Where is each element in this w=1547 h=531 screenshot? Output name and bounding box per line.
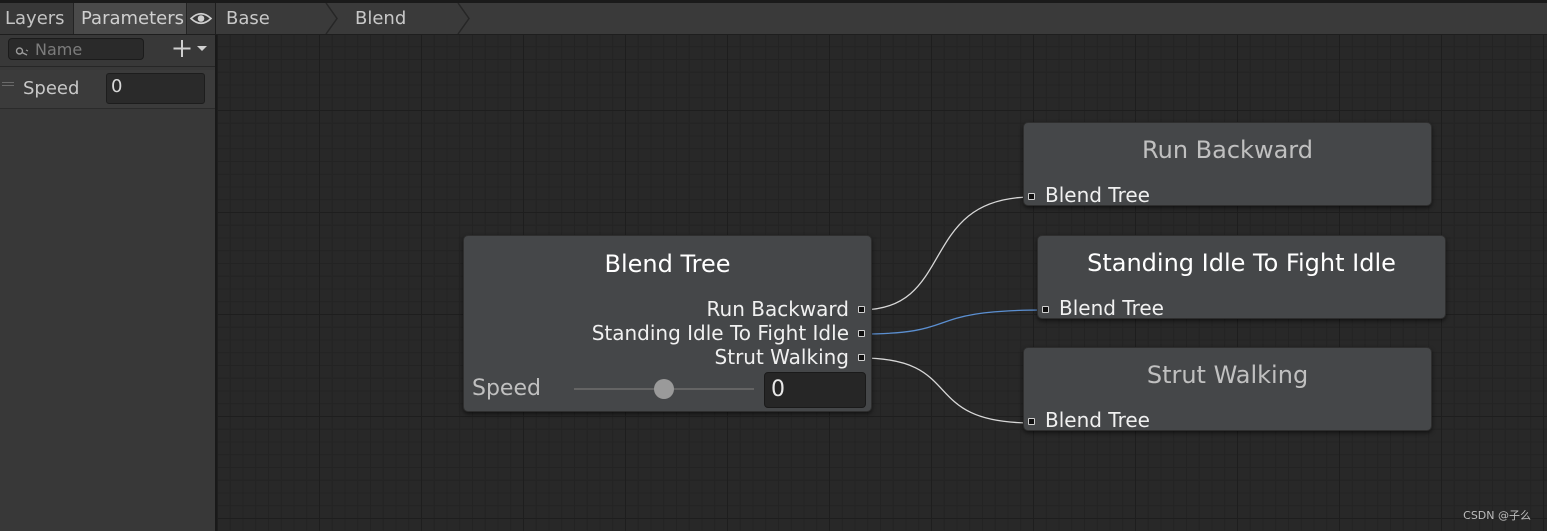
wire-standing-idle: [860, 309, 1047, 335]
node-title: Blend Tree: [604, 250, 731, 278]
breadcrumb-blend-tree[interactable]: Blend Tree: [355, 3, 406, 60]
input-port[interactable]: [1028, 418, 1035, 425]
add-parameter-button[interactable]: [171, 37, 211, 61]
eye-icon[interactable]: [188, 3, 216, 34]
node-title: Strut Walking: [1146, 361, 1309, 389]
child-node-strut-walking[interactable]: Strut Walking Blend Tree: [1023, 347, 1432, 432]
speed-label: Speed: [472, 376, 541, 401]
graph-canvas[interactable]: Blend Tree Run Backward Standing Idle To…: [217, 35, 1547, 531]
node-title: Standing Idle To Fight Idle: [1087, 249, 1396, 277]
search-placeholder: Name: [35, 40, 83, 59]
node-title: Run Backward: [1142, 136, 1313, 164]
output-label-strut-walking: Strut Walking: [714, 345, 849, 369]
child-node-standing-idle[interactable]: Standing Idle To Fight Idle Blend Tree: [1037, 235, 1446, 320]
plus-icon: [173, 40, 191, 57]
panel-divider: [0, 66, 215, 67]
dropdown-arrow-icon: [197, 46, 207, 51]
input-label: Blend Tree: [1045, 408, 1150, 432]
speed-value-field[interactable]: 0: [764, 372, 866, 408]
tab-layers[interactable]: Layers: [0, 3, 74, 34]
child-node-run-backward[interactable]: Run Backward Blend Tree: [1023, 122, 1432, 207]
watermark: CSDN @子么: [1463, 509, 1531, 522]
parameter-value: 0: [111, 76, 123, 97]
parameter-search-input[interactable]: Name: [8, 38, 144, 60]
blend-tree-node[interactable]: Blend Tree Run Backward Standing Idle To…: [463, 235, 872, 412]
parameter-value-field[interactable]: 0: [106, 73, 205, 104]
parameter-row-speed[interactable]: Speed 0: [0, 70, 215, 109]
input-port[interactable]: [1042, 306, 1049, 313]
output-port-standing-idle[interactable]: [858, 330, 865, 337]
tab-parameters[interactable]: Parameters: [74, 3, 187, 34]
input-label: Blend Tree: [1045, 183, 1150, 207]
search-icon: [15, 43, 29, 62]
speed-slider-thumb[interactable]: [654, 379, 674, 399]
output-port-strut-walking[interactable]: [858, 354, 865, 361]
parameters-panel: Name Speed 0: [0, 35, 217, 531]
breadcrumb-base-layer[interactable]: Base Layer: [226, 3, 276, 60]
input-label: Blend Tree: [1059, 296, 1164, 320]
drag-handle-icon[interactable]: [2, 82, 14, 88]
output-label-standing-idle: Standing Idle To Fight Idle: [591, 321, 849, 345]
animator-toolbar: Layers Parameters Base Layer Blend Tree: [0, 3, 1547, 60]
output-label-run-backward: Run Backward: [706, 297, 849, 321]
speed-value: 0: [771, 377, 785, 402]
parameter-name: Speed: [23, 78, 80, 99]
input-port[interactable]: [1028, 193, 1035, 200]
output-port-run-backward[interactable]: [858, 306, 865, 313]
wire-run-backward: [860, 196, 1033, 311]
wire-strut-walking: [860, 357, 1033, 424]
